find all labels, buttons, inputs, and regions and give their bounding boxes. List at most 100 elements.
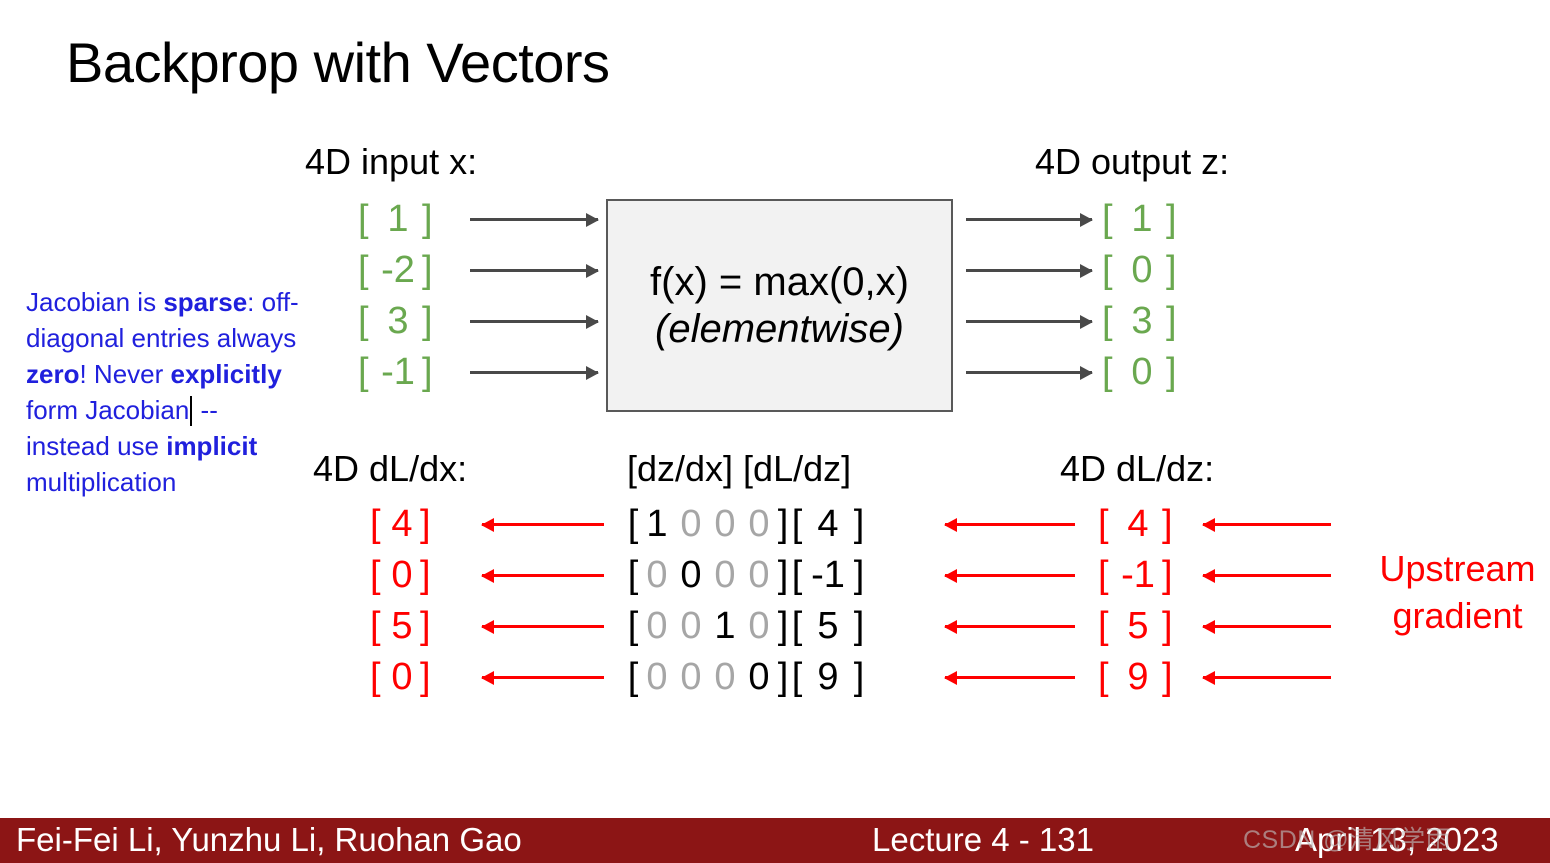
arrow-row [1203, 601, 1331, 652]
note-seg-4: ! Never [79, 359, 171, 389]
bracket-open: [ [1102, 249, 1113, 291]
jacobian-cell: 0 [748, 656, 770, 698]
upstream-arrows [1203, 499, 1331, 703]
jacobian-row: [0 0 1 0][5] [626, 601, 866, 652]
backward-arrows-left [482, 499, 604, 703]
jacobian-cell: 0 [748, 503, 770, 545]
jacobian-label: [dz/dx] [dL/dz] [627, 448, 852, 489]
bracket-close: ] [853, 605, 865, 647]
forward-arrows-left [470, 194, 598, 398]
arrow-row [945, 550, 1075, 601]
jacobian-cell: 0 [680, 554, 702, 596]
jacobian-row: [0 0 0 0][-1] [626, 550, 866, 601]
arrow-row [482, 652, 604, 703]
bracket-close: ] [1166, 198, 1177, 240]
input-vector: [1] [-2] [3] [-1] [358, 194, 438, 398]
forward-arrow-icon [470, 320, 598, 323]
jacobian-cell: 0 [646, 656, 668, 698]
backward-arrow-icon [945, 523, 1075, 526]
output-vector: [1] [0] [3] [0] [1102, 194, 1182, 398]
dldx-value: 0 [391, 554, 413, 596]
bracket-close: ] [422, 300, 433, 342]
bracket-open: [ [627, 605, 639, 647]
bracket-close: ] [420, 554, 431, 596]
page-title: Backprop with Vectors [66, 31, 610, 94]
bracket-close: ] [1166, 249, 1177, 291]
upstream-arrow-icon [1203, 625, 1331, 628]
arrow-row [1203, 550, 1331, 601]
forward-arrow-icon [470, 218, 598, 221]
arrow-row [470, 296, 598, 347]
output-value: 0 [1131, 249, 1153, 291]
bracket-close: ] [853, 554, 865, 596]
dldz-value: 4 [1127, 503, 1149, 545]
arrow-row [945, 499, 1075, 550]
arrow-row [482, 550, 604, 601]
jacobian-cell: 0 [714, 503, 736, 545]
bracket-close: ] [1162, 503, 1173, 545]
forward-arrow-icon [966, 320, 1092, 323]
bracket-close: ] [1166, 300, 1177, 342]
bracket-close: ] [420, 503, 431, 545]
forward-arrow-icon [470, 269, 598, 272]
forward-arrow-icon [470, 371, 598, 374]
csdn-watermark: CSDN @清风学雨 [1243, 826, 1452, 854]
dldx-vector-row: [4] [370, 499, 434, 550]
bracket-close: ] [1162, 656, 1173, 698]
dldz-mult-value: -1 [811, 554, 845, 596]
forward-arrows-right [966, 194, 1092, 398]
input-value: -1 [381, 351, 415, 393]
jacobian-cell: 0 [680, 503, 702, 545]
dldz-vector-row: [5] [1098, 601, 1178, 652]
output-vector-row: [0] [1102, 347, 1182, 398]
footer-authors: Fei-Fei Li, Yunzhu Li, Ruohan Gao [16, 821, 522, 858]
output-vector-row: [1] [1102, 194, 1182, 245]
bracket-close: ] [1166, 351, 1177, 393]
note-seg-5: explicitly [170, 359, 282, 389]
upstream-line1: Upstream [1379, 548, 1536, 589]
jacobian-cell: 0 [646, 605, 668, 647]
dldz-vector-row: [9] [1098, 652, 1178, 703]
bracket-open: [ [358, 198, 369, 240]
jacobian-cell: 0 [714, 656, 736, 698]
bracket-open: [ [791, 503, 803, 545]
dldz-vector-row: [4] [1098, 499, 1178, 550]
jacobian-cell: 0 [646, 554, 668, 596]
bracket-close: ] [777, 503, 789, 545]
bracket-open: [ [1102, 300, 1113, 342]
dldx-value: 4 [391, 503, 413, 545]
backward-arrow-icon [945, 574, 1075, 577]
backward-arrow-icon [482, 574, 604, 577]
bracket-open: [ [1098, 554, 1109, 596]
forward-arrow-icon [966, 269, 1092, 272]
dldx-vector: [4] [0] [5] [0] [370, 499, 434, 703]
arrow-row [966, 296, 1092, 347]
input-value: 1 [387, 198, 409, 240]
footer-lecture: Lecture 4 - 131 [872, 821, 1094, 858]
bracket-open: [ [791, 605, 803, 647]
function-expression: f(x) = max(0,x) [650, 259, 909, 304]
arrow-row [470, 347, 598, 398]
note-seg-1: sparse [163, 287, 248, 317]
bracket-open: [ [1102, 198, 1113, 240]
bracket-open: [ [358, 300, 369, 342]
input-vector-row: [-1] [358, 347, 438, 398]
input-value: -2 [381, 249, 415, 291]
bracket-open: [ [358, 249, 369, 291]
bracket-open: [ [370, 554, 381, 596]
bracket-open: [ [791, 554, 803, 596]
dldz-value: 5 [1127, 605, 1149, 647]
output-value: 3 [1131, 300, 1153, 342]
dldz-value: 9 [1127, 656, 1149, 698]
dldx-vector-row: [0] [370, 550, 434, 601]
input-label: 4D input x: [305, 141, 478, 182]
bracket-close: ] [422, 198, 433, 240]
bracket-open: [ [1098, 503, 1109, 545]
jacobian-cell: 0 [680, 656, 702, 698]
dldz-vector-row: [-1] [1098, 550, 1178, 601]
dldx-vector-row: [5] [370, 601, 434, 652]
bracket-close: ] [853, 656, 865, 698]
output-value: 0 [1131, 351, 1153, 393]
bracket-open: [ [358, 351, 369, 393]
upstream-arrow-icon [1203, 523, 1331, 526]
